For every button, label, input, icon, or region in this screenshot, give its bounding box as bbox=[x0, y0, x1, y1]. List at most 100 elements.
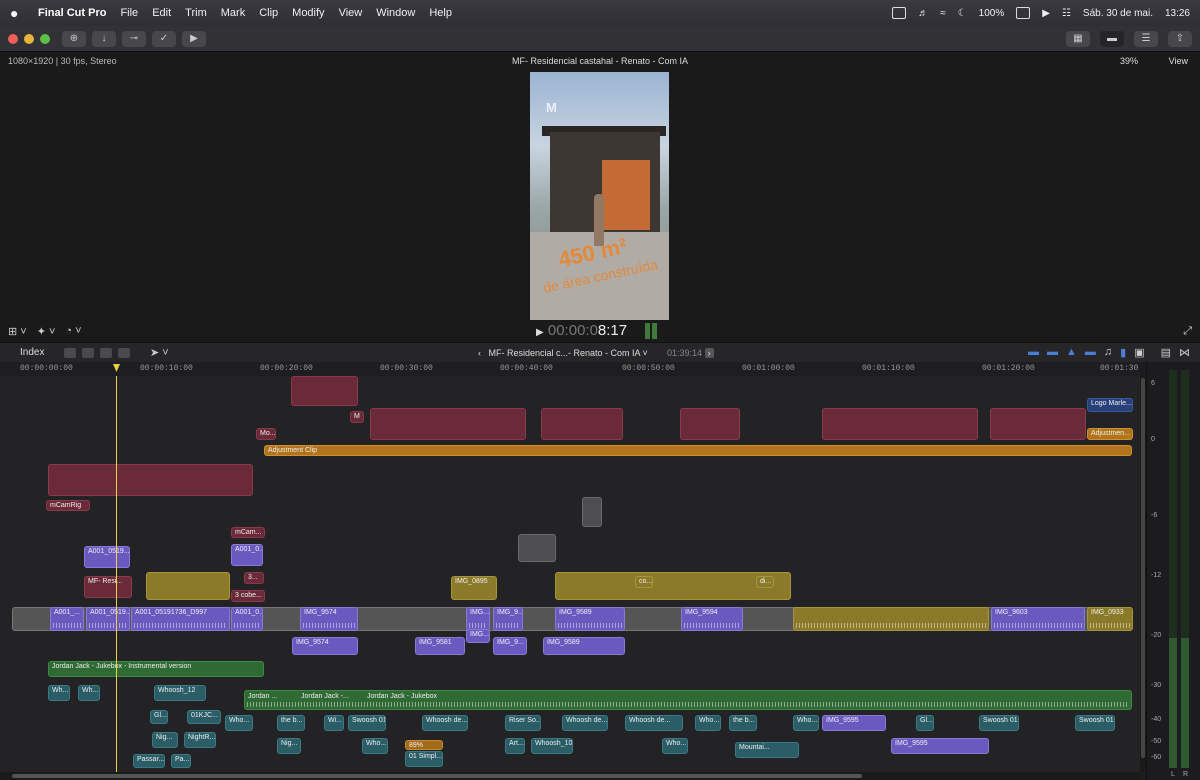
logo-clip[interactable]: Logo Marle... bbox=[1087, 398, 1133, 412]
sfx-clip[interactable]: Passar... bbox=[133, 754, 165, 768]
video-clip[interactable]: A001_0519... bbox=[86, 607, 130, 631]
video-clip[interactable]: A001_... bbox=[50, 607, 84, 631]
marker-clip[interactable]: M bbox=[350, 411, 364, 423]
headphones-icon[interactable]: ♫ bbox=[1104, 346, 1112, 359]
sfx-clip[interactable]: Swoosh 01 bbox=[1075, 715, 1115, 731]
key-icon[interactable]: ⊸ bbox=[122, 30, 146, 47]
menu-view[interactable]: View bbox=[339, 7, 363, 19]
adjustment-clip-small[interactable]: Adjustmen... bbox=[1087, 428, 1133, 440]
sfx-clip[interactable]: Wh... bbox=[78, 685, 100, 701]
download-icon[interactable]: ↓ bbox=[92, 30, 116, 47]
video-clip[interactable]: IMG_9... bbox=[493, 637, 527, 655]
video-clip[interactable]: IMG_9574 bbox=[300, 607, 358, 631]
insert-icon[interactable] bbox=[100, 347, 112, 358]
close-window-button[interactable] bbox=[8, 33, 18, 44]
title-clip[interactable]: MF- Resi... bbox=[84, 576, 132, 598]
video-clip[interactable]: IMG_0895 bbox=[451, 576, 497, 600]
sfx-clip[interactable]: Who... bbox=[695, 715, 721, 731]
sfx-clip[interactable]: NightR... bbox=[184, 732, 216, 748]
sfx-clip[interactable]: 01KJC... bbox=[187, 710, 221, 724]
sfx-clip[interactable]: Nig... bbox=[152, 732, 178, 748]
sfx-clip[interactable]: Who... bbox=[793, 715, 819, 731]
fullscreen-icon[interactable]: ⤢ bbox=[1183, 325, 1192, 338]
title-clip[interactable] bbox=[291, 376, 358, 406]
gray-clip[interactable] bbox=[518, 534, 556, 562]
sfx-clip[interactable]: Wi... bbox=[324, 715, 344, 731]
title-clip[interactable] bbox=[822, 408, 978, 440]
clip-label[interactable]: co... bbox=[635, 576, 653, 588]
adjustment-clip[interactable]: Adjustment Clip bbox=[264, 445, 1132, 456]
volume-icon[interactable]: ♬ bbox=[918, 8, 928, 19]
hide-panel-icon[interactable]: ⋈ bbox=[1179, 346, 1190, 359]
title-clip[interactable] bbox=[990, 408, 1086, 440]
select-tool-icon[interactable]: ➤ ˅ bbox=[150, 346, 169, 359]
title-clip[interactable] bbox=[370, 408, 526, 440]
video-clip[interactable]: A001_0... bbox=[231, 607, 263, 631]
menu-modify[interactable]: Modify bbox=[292, 7, 324, 19]
sfx-clip[interactable]: Whoosh de... bbox=[625, 715, 683, 731]
append-icon[interactable] bbox=[82, 347, 94, 358]
sfx-clip[interactable]: Swoosh 01 bbox=[348, 715, 386, 731]
sfx-clip[interactable]: Pa... bbox=[171, 754, 191, 768]
title-clip[interactable]: 3... bbox=[244, 572, 264, 584]
music-clip[interactable]: Jordan Jack - Jukebox - Instrumental ver… bbox=[48, 661, 264, 677]
sfx-clip[interactable]: Whoosh de... bbox=[562, 715, 608, 731]
tag-icon[interactable]: ▶ bbox=[182, 30, 206, 47]
view-options-menu[interactable]: View bbox=[1169, 56, 1188, 66]
timeline-project-title[interactable]: ‹ MF- Residencial c...- Renato - Com IA … bbox=[478, 348, 648, 358]
timeline-toggle-icon[interactable]: ▬ bbox=[1100, 30, 1124, 47]
zoom-window-button[interactable] bbox=[40, 33, 50, 44]
video-clip[interactable]: IMG... bbox=[466, 607, 490, 631]
video-clip[interactable]: A001_0519... bbox=[84, 546, 130, 568]
title-clip[interactable] bbox=[680, 408, 740, 440]
video-clip[interactable]: IMG_9589 bbox=[543, 637, 625, 655]
video-clip[interactable]: IMG... bbox=[466, 629, 490, 643]
sfx-clip[interactable]: Who... bbox=[225, 715, 253, 731]
title-clip[interactable] bbox=[541, 408, 623, 440]
title-clip-small[interactable]: Mo... bbox=[256, 428, 276, 440]
video-clip[interactable]: IMG_9603 bbox=[991, 607, 1085, 631]
sfx-clip[interactable]: Wh... bbox=[48, 685, 70, 701]
audio-skimming-icon[interactable]: ▬ bbox=[1047, 346, 1058, 359]
inspector-toggle-icon[interactable]: ☰ bbox=[1134, 30, 1158, 47]
gray-clip[interactable] bbox=[582, 497, 602, 527]
wifi-icon[interactable]: ≈ bbox=[940, 8, 946, 19]
sfx-clip[interactable]: Whoosh de... bbox=[422, 715, 468, 731]
mcamrig-label[interactable]: mCamRig bbox=[46, 500, 90, 511]
video-clip[interactable]: IMG_9574 bbox=[292, 637, 358, 655]
menu-edit[interactable]: Edit bbox=[152, 7, 171, 19]
music-clip[interactable]: Jordan ... Jordan Jack -... Jordan Jack … bbox=[244, 690, 1132, 710]
sfx-clip[interactable]: Gl... bbox=[150, 710, 168, 724]
menu-clip[interactable]: Clip bbox=[259, 7, 278, 19]
clip-label[interactable]: di... bbox=[756, 576, 774, 588]
sfx-clip[interactable]: Mountai... bbox=[735, 742, 799, 758]
clip-appearance-icon[interactable] bbox=[64, 347, 76, 358]
timeline-canvas[interactable]: Logo Marle... Adjustmen... Mo... M Adjus… bbox=[0, 376, 1140, 774]
mcam-clip[interactable]: mCam... bbox=[231, 527, 265, 538]
sfx-clip[interactable]: 01 Simpl... bbox=[405, 751, 443, 767]
enhance-icon[interactable]: ✦ ˅ bbox=[37, 325, 56, 338]
menu-help[interactable]: Help bbox=[429, 7, 452, 19]
timeline-ruler[interactable]: 00:00:00:00 00:00:10:00 00:00:20:00 00:0… bbox=[0, 362, 1140, 376]
date-label[interactable]: Sáb. 30 de mai. bbox=[1083, 8, 1153, 19]
video-clip[interactable]: IMG_9581 bbox=[415, 637, 465, 655]
solo-icon[interactable]: ▲ bbox=[1066, 346, 1077, 359]
sfx-clip[interactable]: the b... bbox=[277, 715, 305, 731]
battery-icon[interactable] bbox=[1016, 7, 1031, 19]
title-clip[interactable]: 3 cobe... bbox=[231, 590, 265, 602]
share-icon[interactable]: ⇧ bbox=[1168, 30, 1192, 47]
video-clip[interactable]: IMG_9595 bbox=[822, 715, 886, 731]
minimize-window-button[interactable] bbox=[24, 33, 34, 44]
snapping-icon[interactable]: ▬ bbox=[1085, 346, 1096, 359]
menu-trim[interactable]: Trim bbox=[185, 7, 207, 19]
overwrite-icon[interactable] bbox=[118, 347, 130, 358]
moon-icon[interactable]: ☾ bbox=[958, 8, 967, 19]
play-icon[interactable]: ▶ bbox=[536, 327, 544, 338]
sfx-clip[interactable]: Whoosh_12 bbox=[154, 685, 206, 701]
video-clip[interactable]: IMG_9... bbox=[493, 607, 523, 631]
film-icon[interactable]: ▣ bbox=[1134, 346, 1144, 359]
menu-file[interactable]: File bbox=[120, 7, 138, 19]
transform-icon[interactable]: ⊞ ˅ bbox=[8, 325, 27, 338]
video-clip[interactable]: IMG_9595 bbox=[891, 738, 989, 754]
video-frame[interactable]: M 450 m² de área construída bbox=[530, 72, 669, 320]
